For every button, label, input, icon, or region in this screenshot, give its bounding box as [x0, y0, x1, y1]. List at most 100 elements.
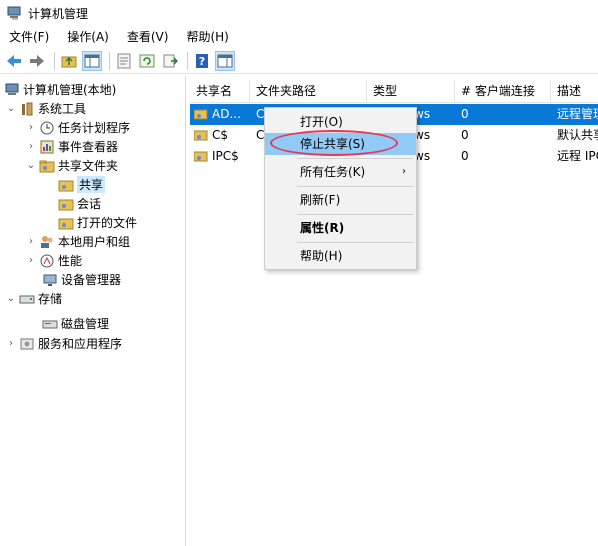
- show-tree-icon[interactable]: [82, 50, 102, 71]
- tree-item-label: 设备管理器: [61, 273, 122, 287]
- tree-item-label: 共享: [77, 176, 106, 193]
- tree-item-services-apps[interactable]: › 服务和应用程序: [6, 334, 122, 353]
- header-divider: [190, 102, 598, 103]
- tree-item-label: 任务计划程序: [58, 121, 131, 135]
- expanded-chevron-icon[interactable]: ⌄: [6, 293, 16, 304]
- expanded-chevron-icon[interactable]: ⌄: [26, 160, 36, 171]
- tree-item-shares[interactable]: 共享: [58, 175, 106, 194]
- menu-bar: 文件(F) 操作(A) 查看(V) 帮助(H): [0, 26, 598, 48]
- window-title: 计算机管理: [28, 6, 89, 21]
- annotation-ellipse: [270, 130, 398, 156]
- share-type: ws: [414, 107, 431, 121]
- menu-help[interactable]: 帮助(H): [177, 26, 237, 48]
- services-icon: [19, 336, 35, 352]
- toolbar-separator: [54, 51, 55, 70]
- back-icon[interactable]: [4, 51, 24, 71]
- tree-item-event-viewer[interactable]: › 事件查看器: [26, 137, 118, 156]
- menu-item-refresh[interactable]: 刷新(F): [265, 189, 416, 211]
- tree-item-open-files[interactable]: 打开的文件: [58, 213, 137, 232]
- share-description: 远程 IPC: [557, 149, 598, 163]
- tree-item-shared-folders[interactable]: ⌄ 共享文件夹: [26, 156, 118, 175]
- refresh-icon[interactable]: [137, 51, 157, 71]
- column-header-folder-path[interactable]: 文件夹路径: [250, 80, 367, 102]
- share-icon: [194, 146, 210, 167]
- shared-folder-icon: [39, 158, 55, 174]
- tree-item-storage[interactable]: ⌄ 存储: [6, 289, 62, 308]
- tree-item-label: 磁盘管理: [61, 317, 110, 331]
- tree-item-system-tools[interactable]: ⌄ 系统工具: [6, 99, 86, 118]
- collapsed-chevron-icon[interactable]: ›: [26, 141, 36, 152]
- share-type: ws: [414, 128, 431, 142]
- tree-item-device-manager[interactable]: 设备管理器: [42, 270, 121, 289]
- column-header-client-connections[interactable]: # 客户端连接: [455, 80, 551, 102]
- menu-item-all-tasks[interactable]: 所有任务(K) ›: [265, 161, 416, 183]
- share-description: 远程管理: [557, 107, 598, 121]
- collapsed-chevron-icon[interactable]: ›: [6, 338, 16, 349]
- device-manager-icon: [42, 272, 58, 288]
- menu-file[interactable]: 文件(F): [0, 26, 58, 48]
- share-name: C$: [212, 128, 229, 142]
- shared-folder-icon: [58, 177, 74, 193]
- export-icon[interactable]: [160, 51, 180, 71]
- tree-item-label: 事件查看器: [58, 140, 119, 154]
- expanded-chevron-icon[interactable]: ⌄: [6, 103, 16, 114]
- tree-item-label: 性能: [58, 254, 83, 268]
- users-icon: [39, 234, 55, 250]
- clock-icon: [39, 120, 55, 136]
- computer-management-icon: [6, 5, 22, 21]
- tree-item-label: 打开的文件: [77, 216, 138, 230]
- forward-icon[interactable]: [27, 51, 47, 71]
- tree-item-label: 会话: [77, 197, 102, 211]
- svg-text:?: ?: [199, 55, 205, 68]
- properties-icon[interactable]: [114, 51, 134, 71]
- tools-icon: [19, 101, 35, 117]
- share-icon: [194, 104, 210, 125]
- collapsed-chevron-icon[interactable]: ›: [26, 236, 36, 247]
- tree-item-sessions[interactable]: 会话: [58, 194, 101, 213]
- tree-item-performance[interactable]: › 性能: [26, 251, 82, 270]
- share-name: IPC$: [212, 149, 239, 163]
- show-action-pane-icon[interactable]: [215, 50, 235, 71]
- share-icon: [194, 125, 210, 146]
- open-file-folder-icon: [58, 215, 74, 231]
- menu-view[interactable]: 查看(V): [118, 26, 178, 48]
- title-bar: 计算机管理: [0, 0, 598, 26]
- tree-item-task-scheduler[interactable]: › 任务计划程序: [26, 118, 130, 137]
- toolbar-separator: [187, 51, 188, 70]
- share-name: AD...: [212, 107, 241, 121]
- help-icon[interactable]: ?: [192, 51, 212, 71]
- submenu-arrow-icon: ›: [402, 166, 406, 177]
- tree-item-computer-management[interactable]: 计算机管理(本地): [4, 80, 116, 99]
- client-connections: 0: [461, 107, 469, 121]
- column-header-share-name[interactable]: 共享名: [190, 80, 250, 102]
- navigation-tree: 计算机管理(本地) ⌄ 系统工具 › 任务计划程序 › 事件查看器 ⌄ 共享文件…: [0, 76, 186, 546]
- tree-item-label: 系统工具: [38, 102, 87, 116]
- toolbar-separator: [109, 51, 110, 70]
- menu-item-help[interactable]: 帮助(H): [265, 245, 416, 267]
- menu-separator: [297, 186, 413, 187]
- event-viewer-icon: [39, 139, 55, 155]
- collapsed-chevron-icon[interactable]: ›: [26, 122, 36, 133]
- column-header-type[interactable]: 类型: [367, 80, 455, 102]
- share-description: 默认共享: [557, 128, 598, 142]
- tree-item-label: 本地用户和组: [58, 235, 131, 249]
- collapsed-chevron-icon[interactable]: ›: [26, 255, 36, 266]
- tree-item-disk-management[interactable]: 磁盘管理: [42, 314, 109, 333]
- column-header-description[interactable]: 描述: [551, 80, 598, 102]
- computer-management-icon: [4, 82, 20, 98]
- session-folder-icon: [58, 196, 74, 212]
- tree-item-label: 服务和应用程序: [38, 337, 123, 351]
- menu-item-properties[interactable]: 属性(R): [265, 217, 416, 239]
- share-type: ws: [414, 149, 431, 163]
- tree-item-local-users[interactable]: › 本地用户和组: [26, 232, 130, 251]
- client-connections: 0: [461, 128, 469, 142]
- disk-icon: [42, 316, 58, 332]
- toolbar: ?: [0, 48, 598, 74]
- up-folder-icon[interactable]: [59, 51, 79, 71]
- menu-action[interactable]: 操作(A): [58, 26, 118, 48]
- tree-item-label: 共享文件夹: [58, 159, 119, 173]
- client-connections: 0: [461, 149, 469, 163]
- menu-separator: [297, 214, 413, 215]
- menu-item-label: 所有任务(K): [300, 165, 366, 179]
- tree-item-label: 存储: [38, 292, 63, 306]
